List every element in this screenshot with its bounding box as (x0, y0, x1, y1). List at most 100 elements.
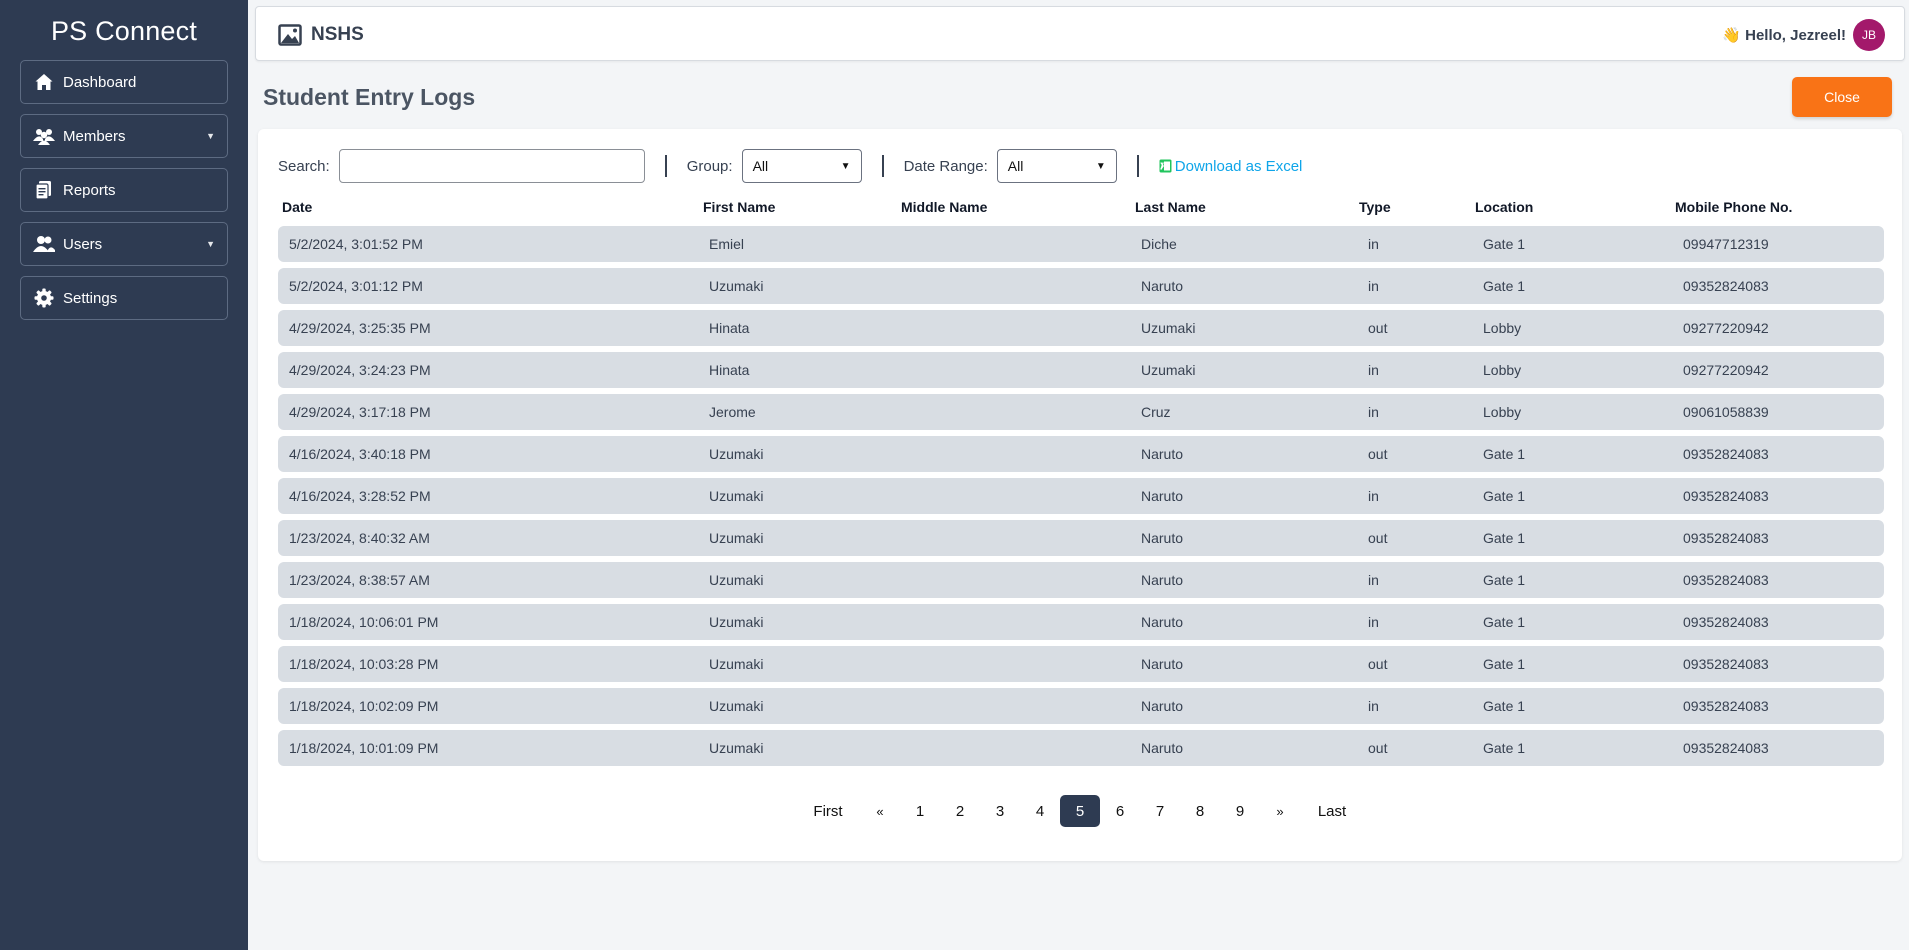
group-select-value: All (752, 158, 769, 174)
page-7[interactable]: 7 (1140, 795, 1180, 827)
page-4[interactable]: 4 (1020, 795, 1060, 827)
sidebar-item-users[interactable]: Users ▼ (20, 222, 228, 266)
page-6[interactable]: 6 (1100, 795, 1140, 827)
page-9[interactable]: 9 (1220, 795, 1260, 827)
cell-first-name: Uzumaki (709, 488, 764, 504)
cell-date: 4/29/2024, 3:24:23 PM (289, 362, 431, 378)
page-8[interactable]: 8 (1180, 795, 1220, 827)
column-header-date[interactable]: Date (282, 199, 312, 215)
avatar[interactable]: JB (1853, 19, 1885, 51)
page-1[interactable]: 1 (900, 795, 940, 827)
table-row[interactable]: 4/16/2024, 3:28:52 PM Uzumaki Naruto in Gate… (278, 478, 1884, 514)
column-header-first-name[interactable]: First Name (703, 199, 775, 215)
search-input[interactable] (338, 149, 645, 183)
cell-type: in (1368, 488, 1379, 504)
column-header-type[interactable]: Type (1359, 199, 1391, 215)
logs-card: Search: Group: All ▼ Date Range: All ▼ D… (258, 129, 1902, 861)
sidebar: PS Connect Dashboard Members ▼ Reports U (0, 0, 248, 950)
cell-last-name: Uzumaki (1141, 362, 1196, 378)
cell-location: Lobby (1483, 320, 1522, 336)
org-name: NSHS (311, 24, 364, 45)
download-excel-link[interactable]: Download as Excel (1159, 157, 1303, 175)
page-5[interactable]: 5 (1060, 795, 1100, 827)
date-range-select[interactable]: All ▼ (996, 149, 1117, 183)
sidebar-item-settings[interactable]: Settings (20, 276, 228, 320)
divider (881, 155, 884, 177)
cell-type: out (1368, 656, 1388, 672)
cell-date: 1/18/2024, 10:03:28 PM (289, 656, 439, 672)
page-last[interactable]: Last (1312, 795, 1352, 827)
cell-mobile: 09352824083 (1683, 740, 1769, 756)
cell-date: 1/18/2024, 10:02:09 PM (289, 698, 439, 714)
table-row[interactable]: 5/2/2024, 3:01:52 PM Emiel Diche in Gate 1 09… (278, 226, 1884, 262)
group-select[interactable]: All ▼ (741, 149, 862, 183)
table-row[interactable]: 4/16/2024, 3:40:18 PM Uzumaki Naruto out Gat… (278, 436, 1884, 472)
sidebar-item-label: Members (63, 127, 126, 145)
top-header: NSHS 👋 Hello, Jezreel! JB (255, 6, 1905, 61)
table-row[interactable]: 1/18/2024, 10:03:28 PM Uzumaki Naruto out Ga… (278, 646, 1884, 682)
table-row[interactable]: 4/29/2024, 3:17:18 PM Jerome Cruz in Lobby 09… (278, 394, 1884, 430)
table-row[interactable]: 1/18/2024, 10:02:09 PM Uzumaki Naruto in Gat… (278, 688, 1884, 724)
table-row[interactable]: 1/23/2024, 8:38:57 AM Uzumaki Naruto in Gate… (278, 562, 1884, 598)
cell-last-name: Naruto (1141, 530, 1184, 546)
page-2[interactable]: 2 (940, 795, 980, 827)
cell-first-name: Uzumaki (709, 614, 764, 630)
cell-mobile: 09947712319 (1683, 236, 1769, 252)
cell-location: Gate 1 (1483, 530, 1526, 546)
cell-date: 4/16/2024, 3:28:52 PM (289, 488, 431, 504)
cell-type: in (1368, 278, 1379, 294)
cell-mobile: 09352824083 (1683, 530, 1769, 546)
home-icon (33, 71, 55, 93)
cell-location: Lobby (1483, 362, 1522, 378)
page-first[interactable]: First (808, 795, 848, 827)
cell-location: Gate 1 (1483, 614, 1526, 630)
download-excel-label: Download as Excel (1174, 157, 1303, 175)
cell-first-name: Jerome (709, 404, 756, 420)
cell-type: out (1368, 320, 1388, 336)
cell-type: out (1368, 740, 1388, 756)
cell-type: in (1368, 614, 1379, 630)
table-row[interactable]: 5/2/2024, 3:01:12 PM Uzumaki Naruto in Gate … (278, 268, 1884, 304)
cell-date: 1/18/2024, 10:06:01 PM (289, 614, 439, 630)
chevron-down-icon: ▼ (1095, 160, 1106, 172)
users-icon (33, 233, 55, 255)
column-header-middle-name[interactable]: Middle Name (901, 199, 987, 215)
table-row[interactable]: 1/18/2024, 10:01:09 PM Uzumaki Naruto out Ga… (278, 730, 1884, 766)
close-button[interactable]: Close (1792, 77, 1892, 117)
cell-mobile: 09352824083 (1683, 698, 1769, 714)
cell-type: in (1368, 698, 1379, 714)
sidebar-item-reports[interactable]: Reports (20, 168, 228, 212)
table-row[interactable]: 1/23/2024, 8:40:32 AM Uzumaki Naruto out Gat… (278, 520, 1884, 556)
column-header-location[interactable]: Location (1475, 199, 1533, 215)
cell-location: Lobby (1483, 404, 1522, 420)
cell-last-name: Naruto (1141, 740, 1184, 756)
cell-date: 1/23/2024, 8:38:57 AM (289, 572, 430, 588)
cell-mobile: 09352824083 (1683, 278, 1769, 294)
table-row[interactable]: 4/29/2024, 3:24:23 PM Hinata Uzumaki in Lobb… (278, 352, 1884, 388)
cell-date: 4/29/2024, 3:25:35 PM (289, 320, 431, 336)
cell-location: Gate 1 (1483, 740, 1526, 756)
column-header-mobile[interactable]: Mobile Phone No. (1675, 199, 1792, 215)
cell-last-name: Naruto (1141, 488, 1184, 504)
column-header-last-name[interactable]: Last Name (1135, 199, 1206, 215)
search-label: Search: (278, 157, 330, 175)
page-prev[interactable]: « (860, 795, 900, 827)
table-row[interactable]: 4/29/2024, 3:25:35 PM Hinata Uzumaki out Lob… (278, 310, 1884, 346)
cell-mobile: 09352824083 (1683, 572, 1769, 588)
cell-last-name: Naruto (1141, 572, 1184, 588)
page-next[interactable]: » (1260, 795, 1300, 827)
cell-last-name: Uzumaki (1141, 320, 1196, 336)
sidebar-nav: Dashboard Members ▼ Reports Users ▼ Sett… (0, 60, 248, 320)
cell-last-name: Naruto (1141, 656, 1184, 672)
cell-first-name: Uzumaki (709, 278, 764, 294)
sidebar-item-members[interactable]: Members ▼ (20, 114, 228, 158)
sidebar-item-label: Users (63, 235, 103, 253)
brand-title: PS Connect (50, 16, 198, 46)
table-row[interactable]: 1/18/2024, 10:06:01 PM Uzumaki Naruto in Gat… (278, 604, 1884, 640)
cell-date: 1/18/2024, 10:01:09 PM (289, 740, 439, 756)
sidebar-item-dashboard[interactable]: Dashboard (20, 60, 228, 104)
filter-bar: Search: Group: All ▼ Date Range: All ▼ D… (278, 149, 1302, 183)
cell-first-name: Uzumaki (709, 446, 764, 462)
page-title: Student Entry Logs (263, 84, 476, 110)
page-3[interactable]: 3 (980, 795, 1020, 827)
